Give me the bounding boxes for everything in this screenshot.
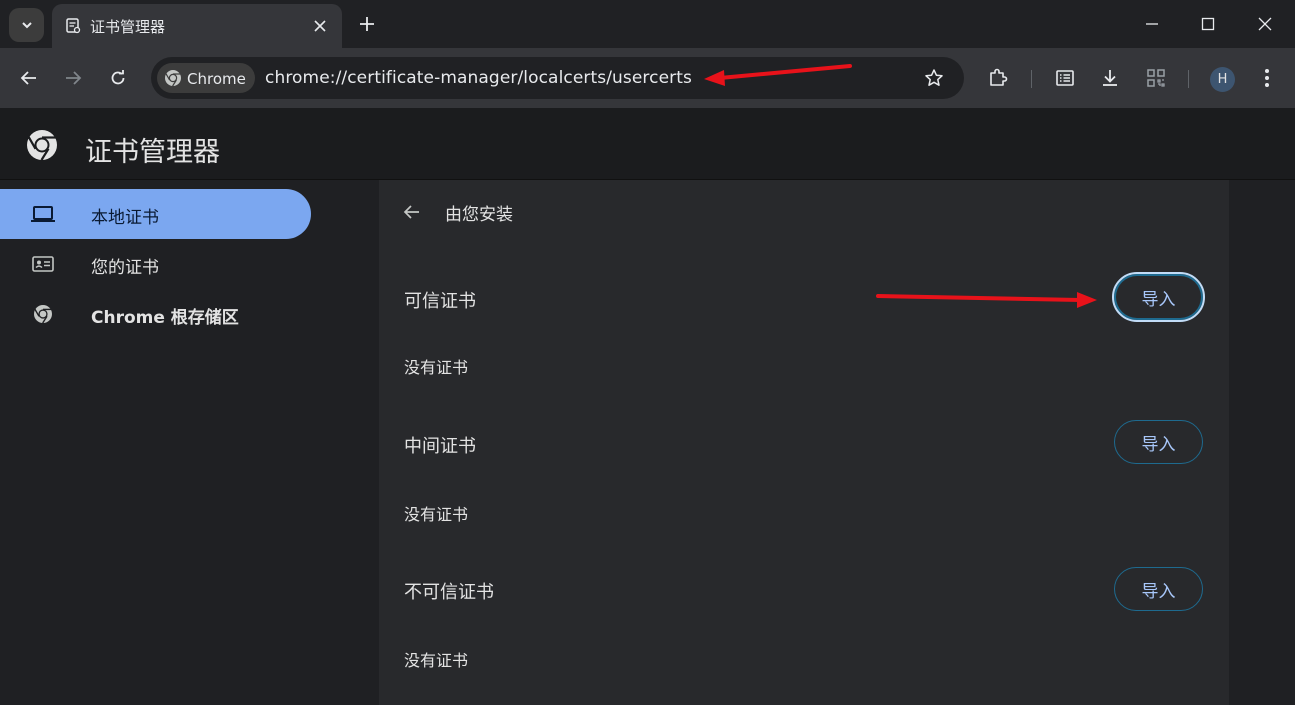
more-vert-icon bbox=[1265, 69, 1269, 87]
puzzle-icon bbox=[990, 68, 1008, 86]
certificate-icon bbox=[66, 18, 81, 34]
new-tab-button[interactable] bbox=[355, 12, 379, 36]
site-info-chip[interactable]: Chrome bbox=[157, 63, 255, 93]
qr-code-button[interactable] bbox=[1143, 65, 1169, 91]
close-icon bbox=[314, 20, 326, 32]
star-icon bbox=[925, 69, 943, 86]
chrome-logo-icon bbox=[165, 70, 181, 87]
minimize-icon bbox=[1146, 23, 1158, 25]
browser-toolbar: Chrome chrome://certificate-manager/loca… bbox=[0, 48, 1295, 108]
right-gutter bbox=[1229, 180, 1295, 705]
tab-close-button[interactable] bbox=[310, 16, 330, 36]
toolbar-divider bbox=[1188, 70, 1189, 88]
maximize-icon bbox=[1201, 17, 1215, 31]
maximize-button[interactable] bbox=[1196, 12, 1220, 36]
close-icon bbox=[1258, 17, 1272, 31]
sidebar-item-your-certs[interactable]: 您的证书 bbox=[0, 239, 311, 289]
sidebar-item-label: 您的证书 bbox=[91, 258, 159, 278]
id-card-icon bbox=[30, 253, 56, 275]
reload-icon bbox=[111, 70, 125, 85]
import-trusted-button[interactable]: 导入 bbox=[1112, 272, 1205, 322]
subpage-back-button[interactable] bbox=[399, 199, 425, 225]
section-title-intermediate: 中间证书 bbox=[404, 436, 476, 457]
chevron-down-icon bbox=[21, 22, 32, 29]
omnibox[interactable]: Chrome chrome://certificate-manager/loca… bbox=[151, 57, 964, 99]
plus-icon bbox=[360, 17, 374, 31]
app-header: 证书管理器 bbox=[0, 108, 1295, 180]
section-empty-intermediate: 没有证书 bbox=[404, 505, 469, 524]
bookmark-star-button[interactable] bbox=[922, 66, 946, 90]
sidebar-item-label: Chrome 根存储区 bbox=[91, 308, 239, 328]
section-empty-distrusted: 没有证书 bbox=[404, 651, 469, 670]
site-info-chip-label: Chrome bbox=[187, 70, 246, 88]
chrome-logo-icon bbox=[30, 303, 56, 325]
back-button[interactable] bbox=[15, 64, 43, 92]
url-text[interactable]: chrome://certificate-manager/localcerts/… bbox=[265, 68, 692, 88]
reading-list-button[interactable] bbox=[1052, 65, 1078, 91]
section-empty-trusted: 没有证书 bbox=[404, 358, 469, 377]
tab-title: 证书管理器 bbox=[90, 18, 166, 36]
arrow-left-icon bbox=[20, 71, 36, 85]
laptop-icon bbox=[30, 203, 56, 225]
extensions-button[interactable] bbox=[985, 65, 1011, 91]
arrow-right-icon bbox=[66, 71, 82, 85]
profile-avatar[interactable]: H bbox=[1210, 67, 1235, 92]
tab-search-button[interactable] bbox=[9, 8, 44, 42]
forward-button[interactable] bbox=[59, 64, 87, 92]
reading-list-icon bbox=[1056, 70, 1074, 86]
section-title-trusted: 可信证书 bbox=[404, 291, 476, 312]
tab-strip: 证书管理器 bbox=[0, 0, 1295, 48]
arrow-left-icon bbox=[403, 205, 419, 219]
section-title-distrusted: 不可信证书 bbox=[404, 582, 494, 603]
menu-button[interactable] bbox=[1254, 65, 1280, 91]
sidebar-item-label: 本地证书 bbox=[91, 208, 159, 228]
subpage-title: 由您安装 bbox=[445, 205, 513, 225]
active-tab[interactable]: 证书管理器 bbox=[52, 4, 342, 48]
minimize-button[interactable] bbox=[1140, 12, 1164, 36]
page-title: 证书管理器 bbox=[85, 137, 220, 168]
import-intermediate-button[interactable]: 导入 bbox=[1114, 420, 1203, 464]
downloads-button[interactable] bbox=[1097, 65, 1123, 91]
reload-button[interactable] bbox=[104, 64, 132, 92]
qr-code-icon bbox=[1147, 69, 1165, 87]
download-icon bbox=[1103, 70, 1117, 86]
import-distrusted-button[interactable]: 导入 bbox=[1114, 567, 1203, 611]
sidebar-item-local-certs[interactable]: 本地证书 bbox=[0, 189, 311, 239]
sidebar: 本地证书 您的证书 Chrome 根存储区 bbox=[0, 180, 378, 705]
chrome-logo-icon bbox=[27, 130, 57, 161]
toolbar-divider bbox=[1031, 70, 1032, 88]
content-card: 由您安装 可信证书 导入 没有证书 中间证书 导入 没有证书 不可信证书 导入 … bbox=[379, 180, 1229, 705]
close-window-button[interactable] bbox=[1253, 12, 1277, 36]
sidebar-item-chrome-root-store[interactable]: Chrome 根存储区 bbox=[0, 289, 311, 339]
